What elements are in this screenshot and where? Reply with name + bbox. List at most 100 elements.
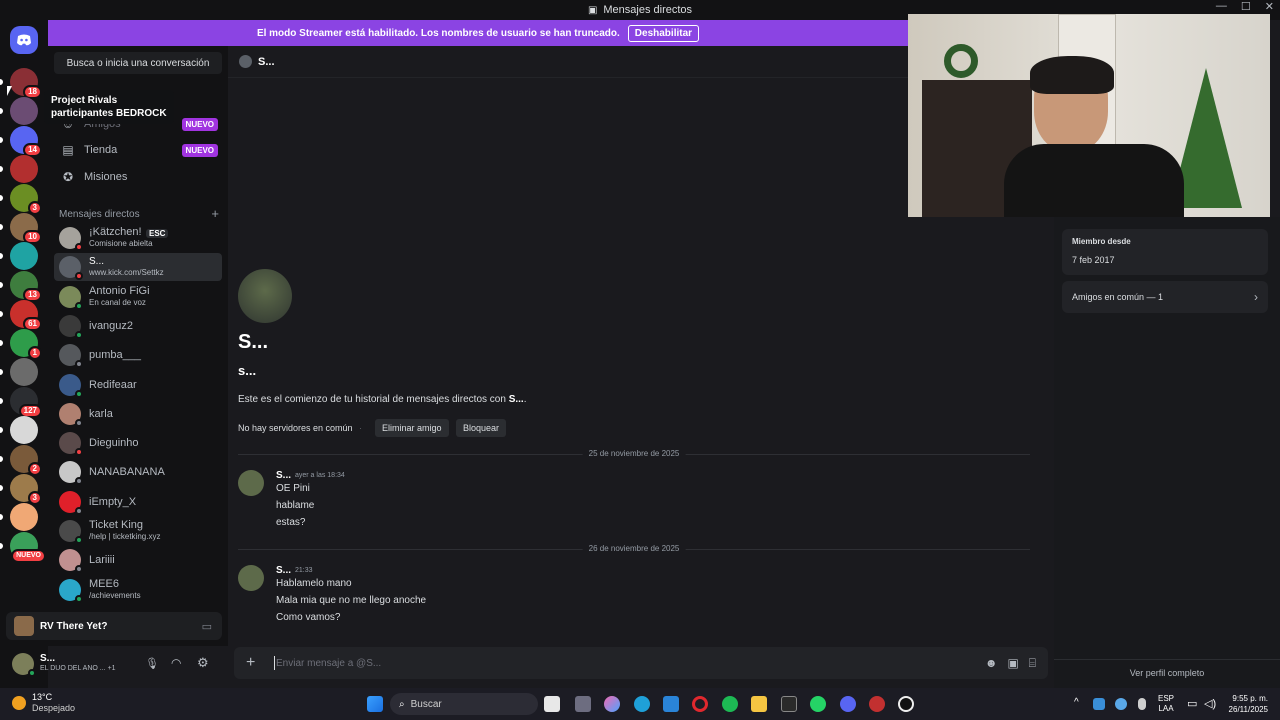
discord-taskbar-icon[interactable] (840, 696, 856, 712)
dm-item[interactable]: Redifeaar (54, 371, 222, 399)
message-avatar[interactable] (238, 470, 264, 496)
nav-shop[interactable]: ▤ Tienda NUEVO (54, 137, 222, 163)
close-icon[interactable]: ✕ (1265, 0, 1274, 13)
dm-item[interactable]: Ticket King/help | ticketking.xyz (54, 517, 222, 545)
server-icon[interactable] (10, 503, 38, 531)
maximize-icon[interactable]: ☐ (1241, 0, 1251, 13)
server-icon[interactable] (10, 242, 38, 270)
server-icon[interactable]: 13 (10, 271, 42, 302)
whatsapp-icon[interactable] (810, 696, 826, 712)
streamer-mode-banner: El modo Streamer está habilitado. Los no… (48, 20, 908, 46)
windows-start-icon[interactable] (367, 696, 383, 712)
remove-friend-button[interactable]: Eliminar amigo (375, 419, 449, 437)
dm-item[interactable]: ivanguz2 (54, 312, 222, 340)
date-divider-label: 26 de noviembre de 2025 (582, 544, 686, 553)
app-icon[interactable] (869, 696, 885, 712)
dm-item[interactable]: iEmpty_X (54, 488, 222, 516)
discord-logo-icon (10, 26, 38, 54)
server-icon[interactable]: 2 (10, 445, 42, 476)
server-icon[interactable]: NUEVO (10, 532, 46, 563)
gift-icon[interactable]: ⌸ (1029, 656, 1036, 671)
settings-gear-icon[interactable]: ⚙ (197, 655, 209, 671)
widgets-icon[interactable] (575, 696, 591, 712)
nav-quests[interactable]: ✪ Misiones (54, 164, 222, 190)
search-conversation-button[interactable]: Busca o inicia una conversación (54, 52, 222, 74)
message-avatar[interactable] (238, 565, 264, 591)
weather-widget[interactable]: 13°C Despejado (12, 692, 75, 714)
minimize-icon[interactable]: — (1216, 0, 1227, 13)
user-avatar[interactable] (12, 653, 36, 677)
message-text: Como vamos? (276, 612, 341, 623)
emoji-icon[interactable]: ☻ (985, 656, 998, 670)
tray-chevron-icon[interactable]: ^ (1074, 697, 1079, 708)
block-button[interactable]: Bloquear (456, 419, 507, 437)
edge-icon[interactable] (634, 696, 650, 712)
screen-share-icon[interactable]: ▭ (202, 620, 212, 633)
activity-panel[interactable]: RV There Yet? ▭ (6, 612, 222, 640)
tray-network-icon[interactable]: ▭ (1187, 697, 1197, 710)
message-text: hablame (276, 500, 315, 511)
message-author[interactable]: S... (276, 470, 291, 481)
microphone-icon[interactable]: 🎙︎ (145, 657, 159, 670)
nav-shop-label: Tienda (84, 144, 118, 156)
server-icon[interactable]: 18 (10, 68, 42, 99)
message-input[interactable]: Enviar mensaje a @S... (276, 658, 977, 669)
dm-item[interactable]: karla (54, 400, 222, 428)
status-dot (75, 565, 83, 573)
add-dm-icon[interactable]: + (211, 207, 219, 220)
tooltip-line-2: participantes BEDROCK (51, 108, 167, 119)
server-icon[interactable] (10, 97, 38, 125)
dm-item[interactable]: MEE6/achievements (54, 576, 222, 604)
dm-item[interactable]: S... www.kick.com/Settkz (54, 253, 222, 281)
server-icon[interactable] (10, 416, 38, 444)
task-view-icon[interactable] (544, 696, 560, 712)
tray-app-icon-1[interactable] (1093, 698, 1105, 710)
epic-games-icon[interactable] (781, 696, 797, 712)
tray-onedrive-icon[interactable] (1115, 698, 1127, 710)
disable-streamer-button[interactable]: Deshabilitar (627, 24, 700, 42)
sticker-icon[interactable]: ▣ (1007, 656, 1018, 670)
language-indicator[interactable]: ESP LAA (1158, 694, 1174, 714)
message-author[interactable]: S... (276, 565, 291, 576)
dm-item[interactable]: Antonio FiGi En canal de voz (54, 283, 222, 311)
taskbar-search[interactable]: ⌕ Buscar (390, 693, 538, 715)
add-attachment-icon[interactable]: + (246, 654, 264, 672)
dm-avatar (59, 374, 83, 398)
dm-avatar (59, 579, 83, 603)
chat-header-name[interactable]: S... (258, 56, 275, 68)
server-icon[interactable] (10, 358, 38, 386)
message-composer: + Enviar mensaje a @S... ☻ ▣ ⌸ (234, 647, 1048, 679)
home-button[interactable] (10, 26, 38, 54)
server-avatar (10, 97, 38, 125)
dm-item[interactable]: Lariiii (54, 546, 222, 574)
dm-item[interactable]: Dieguinho (54, 429, 222, 457)
tray-volume-icon[interactable]: ◁) (1204, 697, 1216, 710)
server-icon[interactable]: 14 (10, 126, 42, 157)
view-full-profile-link[interactable]: Ver perfil completo (1054, 668, 1280, 678)
copilot-icon[interactable] (604, 696, 620, 712)
server-icon[interactable]: 3 (10, 474, 42, 505)
server-icon[interactable]: 1 (10, 329, 42, 360)
server-icon[interactable]: 61 (10, 300, 42, 331)
server-icon[interactable]: 127 (10, 387, 42, 418)
intro-avatar (238, 269, 292, 323)
unreal-engine-icon[interactable] (898, 696, 914, 712)
headphones-icon[interactable]: ◠ (171, 656, 181, 670)
explorer-icon[interactable] (751, 696, 767, 712)
opera-icon[interactable] (692, 696, 708, 712)
dm-subtext: /achievements (89, 591, 141, 600)
mutual-friends-card[interactable]: Amigos en común — 1 › (1062, 281, 1268, 313)
window-controls: — ☐ ✕ (1216, 0, 1274, 13)
server-icon[interactable] (10, 155, 38, 183)
dm-item[interactable]: pumba___ (54, 341, 222, 369)
server-icon[interactable]: 10 (10, 213, 42, 244)
dm-item[interactable]: NANABANANA (54, 458, 222, 486)
spotify-icon[interactable] (722, 696, 738, 712)
dm-item[interactable]: ESC ¡Kätzchen! Comisione abielta (54, 224, 222, 252)
unread-indicator (0, 543, 3, 549)
member-since-label: Miembro desde (1072, 237, 1131, 246)
clock[interactable]: 9:55 p. m. 26/11/2025 (1222, 693, 1268, 715)
server-icon[interactable]: 3 (10, 184, 42, 215)
tray-mic-icon[interactable] (1138, 698, 1146, 710)
store-icon[interactable] (663, 696, 679, 712)
